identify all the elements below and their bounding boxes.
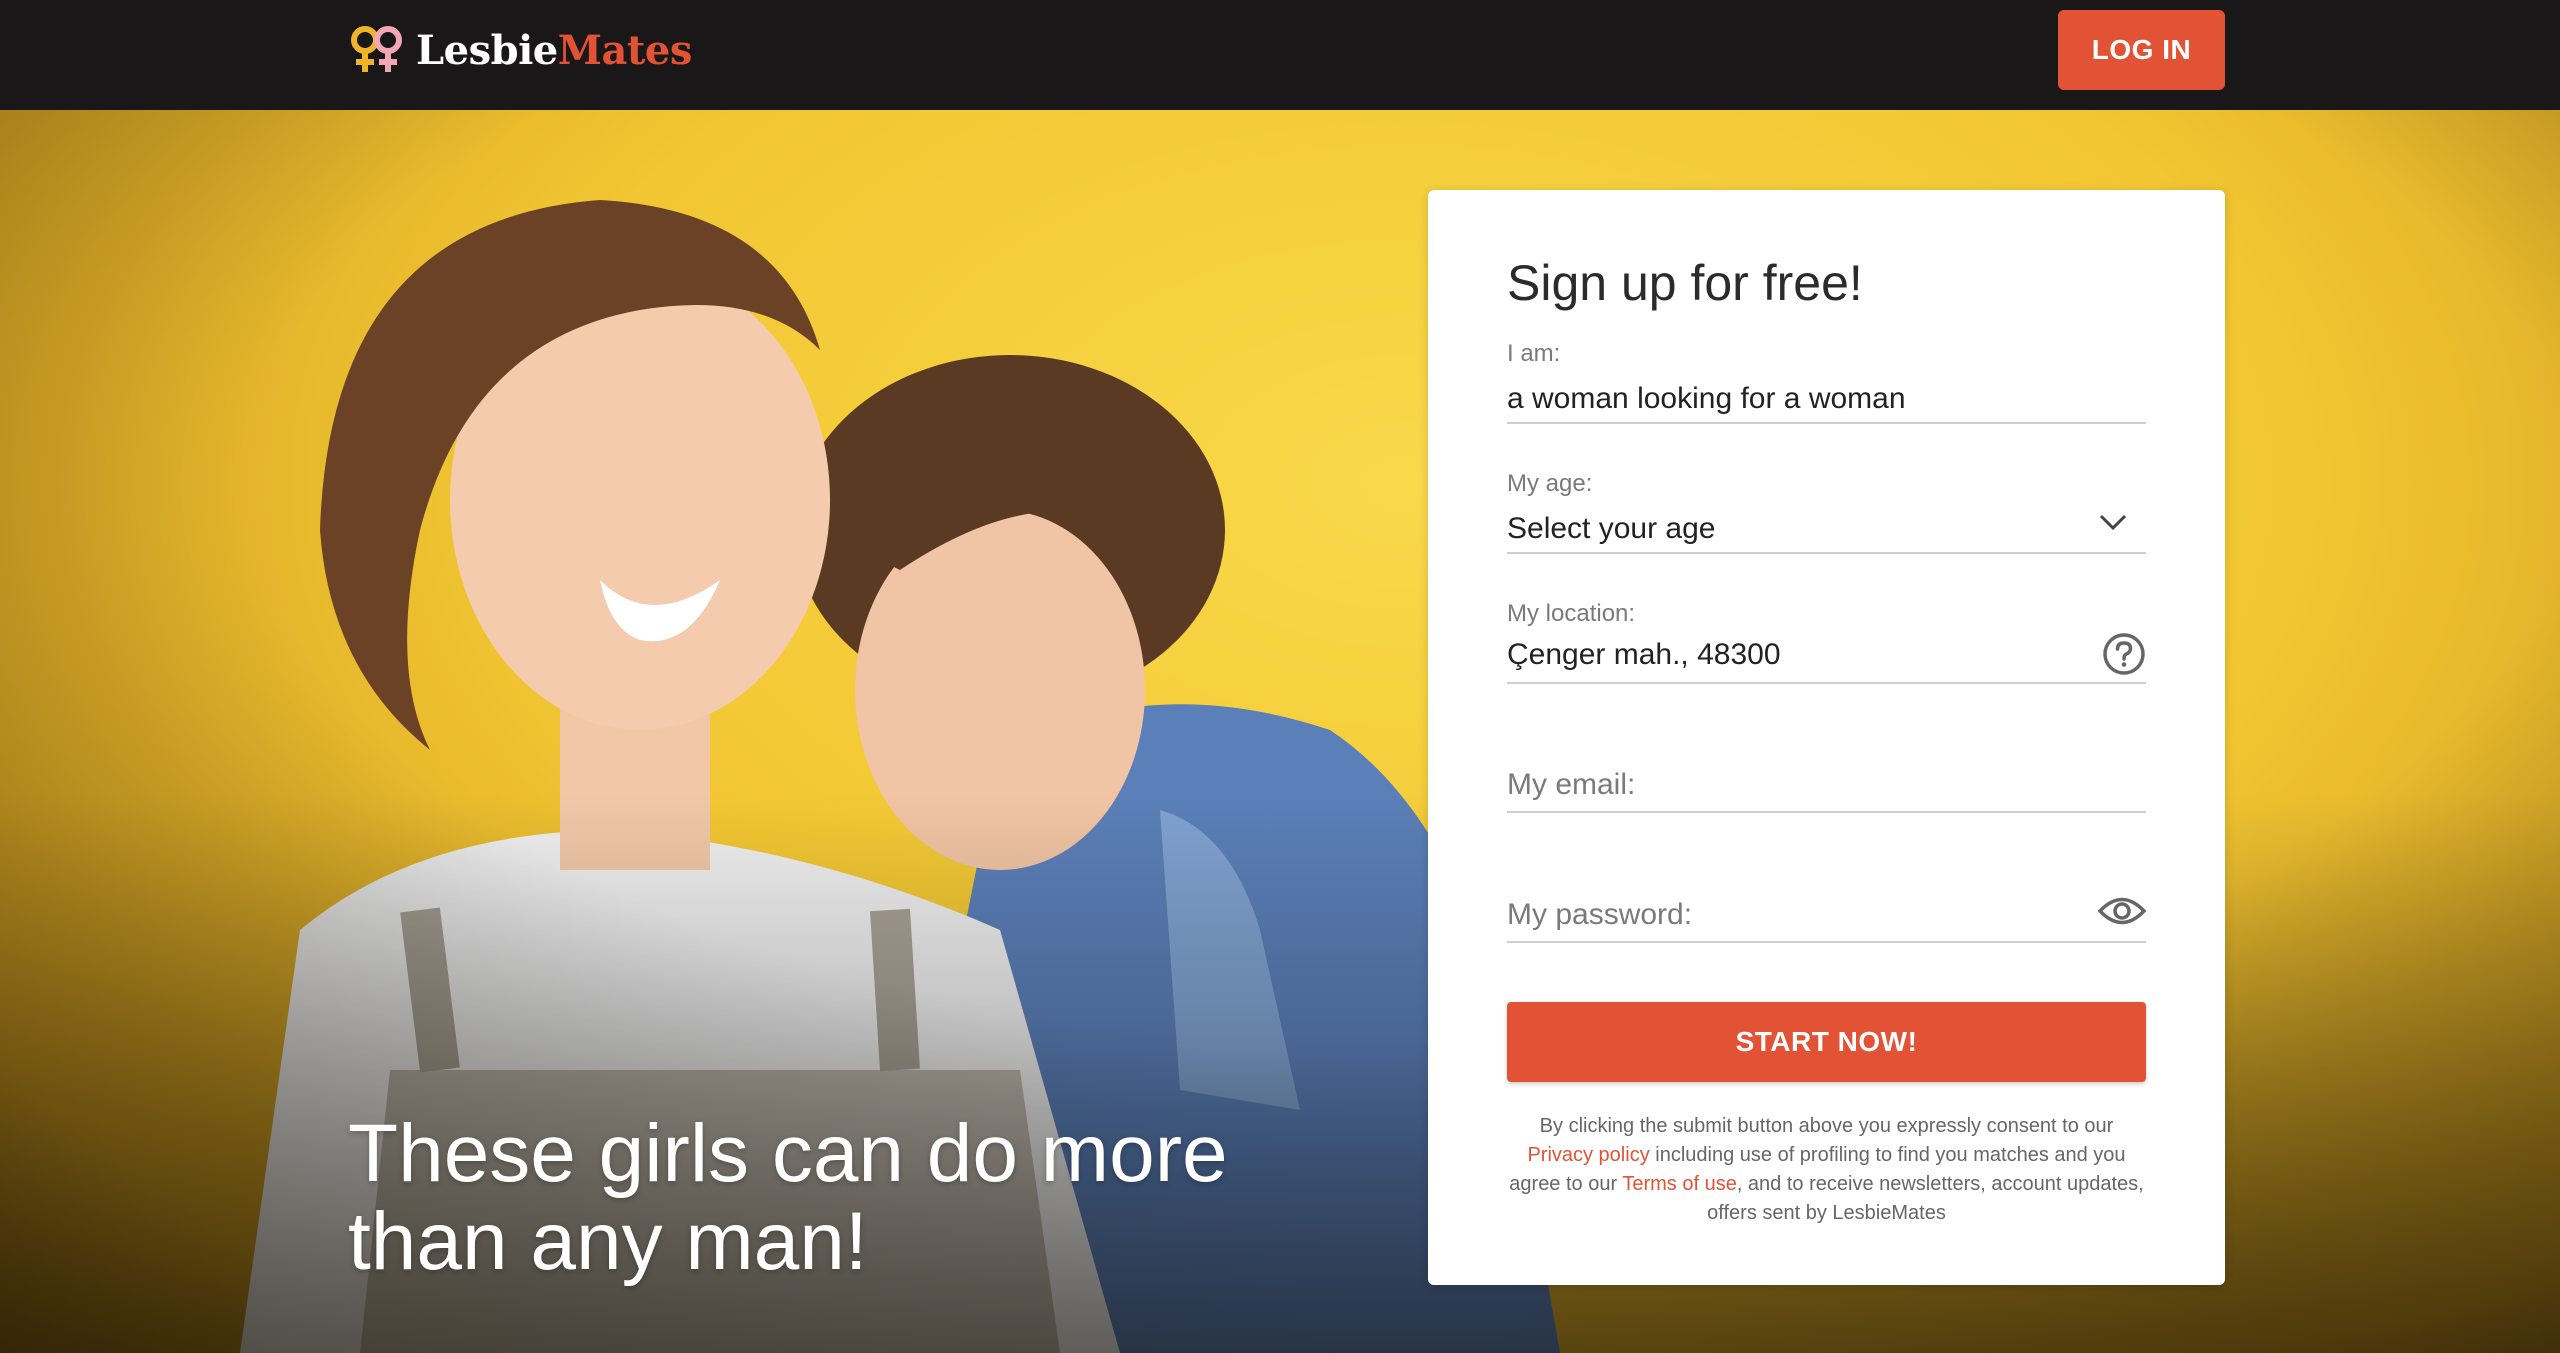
- i-am-value[interactable]: a woman looking for a woman: [1507, 382, 2067, 416]
- age-value[interactable]: Select your age: [1507, 512, 2067, 546]
- signup-form-card: Sign up for free! I am: a woman looking …: [1428, 190, 2225, 1285]
- i-am-field[interactable]: I am: a woman looking for a woman: [1507, 330, 2146, 424]
- site-name: LesbieMates: [416, 27, 692, 74]
- email-input[interactable]: [1507, 768, 2067, 802]
- chevron-down-icon[interactable]: [2098, 512, 2128, 532]
- signup-title: Sign up for free!: [1507, 255, 1863, 311]
- i-am-label: I am:: [1507, 340, 1561, 367]
- site-logo[interactable]: LesbieMates: [348, 22, 692, 78]
- eye-icon[interactable]: [2098, 894, 2146, 928]
- start-now-button[interactable]: START NOW!: [1507, 1002, 2146, 1082]
- top-navbar: LesbieMates LOG IN: [0, 0, 2560, 110]
- consent-text: By clicking the submit button above you …: [1507, 1112, 2146, 1228]
- login-button[interactable]: LOG IN: [2058, 10, 2225, 90]
- email-field[interactable]: [1507, 720, 2146, 813]
- female-symbols-logo-icon: [351, 26, 402, 72]
- password-field[interactable]: [1507, 850, 2146, 943]
- password-input[interactable]: [1507, 898, 2067, 932]
- consent-text-1: By clicking the submit button above you …: [1539, 1115, 2114, 1137]
- location-label: My location:: [1507, 600, 1636, 627]
- consent-text-3: , and to receive newsletters, account up…: [1707, 1173, 2144, 1224]
- hero-headline: These girls can do more than any man!: [348, 1108, 1228, 1287]
- age-select[interactable]: My age: Select your age: [1507, 460, 2146, 554]
- location-field[interactable]: My location: Çenger mah., 48300: [1507, 590, 2146, 684]
- terms-of-use-link[interactable]: Terms of use: [1622, 1173, 1736, 1195]
- site-name-part1: Lesbie: [416, 26, 558, 74]
- site-name-part2: Mates: [557, 26, 693, 74]
- help-circle-icon[interactable]: [2102, 632, 2146, 676]
- age-label: My age:: [1507, 470, 1593, 497]
- privacy-policy-link[interactable]: Privacy policy: [1527, 1144, 1649, 1166]
- location-value[interactable]: Çenger mah., 48300: [1507, 638, 2067, 672]
